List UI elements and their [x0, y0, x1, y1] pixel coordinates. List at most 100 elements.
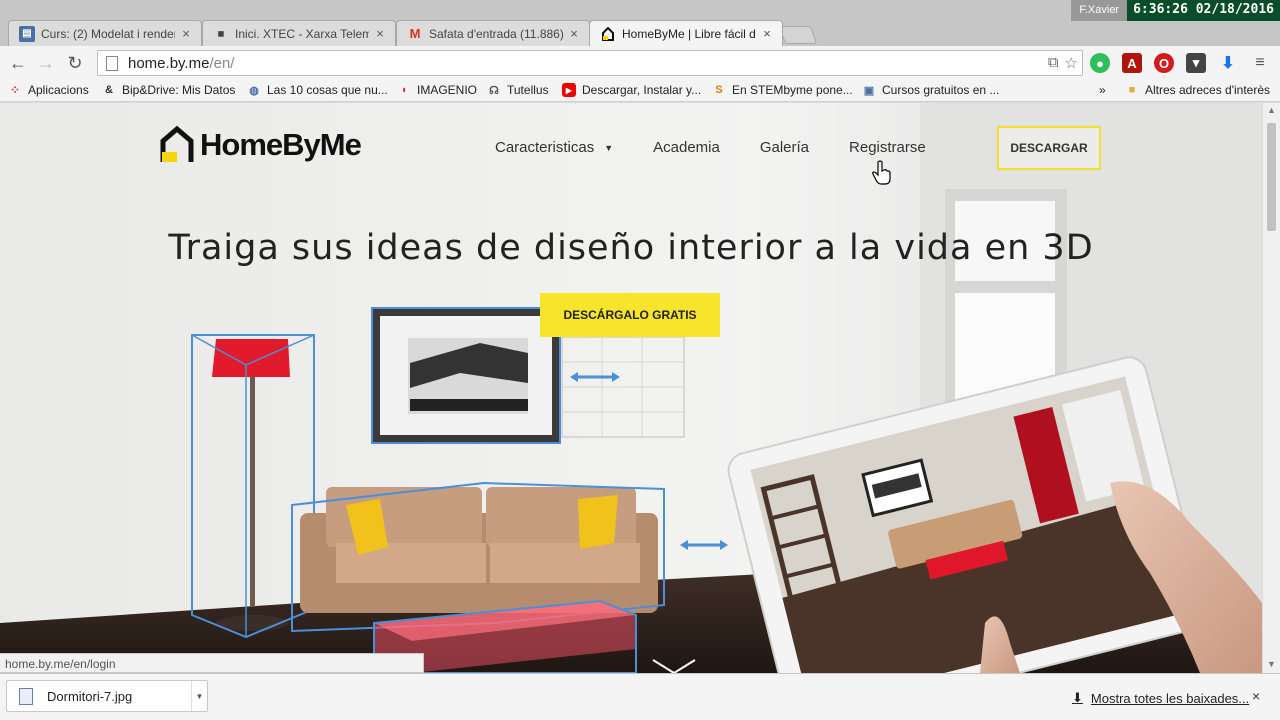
bookmark-label: Aplicacions — [28, 83, 89, 97]
nav-label: Caracteristicas — [495, 139, 595, 156]
image-file-icon — [19, 687, 33, 705]
bookmark-label: Descargar, Instalar y... — [582, 83, 702, 97]
system-clock: F.Xavier 6:36:26 02/18/2016 — [1071, 0, 1280, 21]
tab-gmail[interactable]: M Safata d'entrada (11.886) × — [396, 20, 590, 46]
scroll-thumb[interactable] — [1267, 123, 1276, 231]
show-all-label: Mostra totes les baixades... — [1090, 690, 1250, 706]
download-file-name: Dormitori-7.jpg — [47, 688, 133, 704]
close-icon[interactable]: × — [567, 26, 581, 41]
homebyme-icon — [600, 26, 616, 42]
caret-down-icon: ▼ — [604, 142, 614, 153]
bookmark-label: IMAGENIO — [417, 83, 478, 97]
bookmark-label: Las 10 cosas que nu... — [267, 83, 388, 97]
hand-cursor-icon — [872, 160, 891, 185]
bookmark-apps[interactable]: ⁘ Aplicacions — [8, 83, 89, 97]
close-icon[interactable]: × — [179, 26, 193, 41]
forward-button[interactable]: → — [34, 51, 58, 75]
bookmark-label: Cursos gratuitos en ... — [882, 83, 1000, 97]
bookmark-item[interactable]: ◖ IMAGENIO — [397, 83, 477, 97]
tutellus-icon: ☊ — [489, 84, 499, 97]
grammarly-icon[interactable]: ● — [1090, 53, 1110, 73]
nav-features[interactable]: Caracteristicas ▼ — [495, 139, 613, 156]
bookmark-item[interactable]: ◍ Las 10 cosas que nu... — [247, 83, 388, 97]
tab-strip: ▤ Curs: (2) Modelat i render × ◼ Inici. … — [0, 0, 1280, 46]
browser-toolbar: ← → ↻ home.by.me/en/ ⧉ ☆ ● A O ▾ ⬇ ≡ — [0, 46, 1280, 80]
chevron-down-icon[interactable]: ▼ — [191, 681, 207, 711]
clock-user: F.Xavier — [1071, 0, 1128, 21]
url-path: /en/ — [209, 54, 235, 72]
menu-icon[interactable]: ≡ — [1250, 53, 1270, 73]
close-icon[interactable]: × — [760, 26, 774, 41]
bookmark-item[interactable]: S En STEMbyme pone... — [712, 83, 853, 97]
download-icon: ⬇ — [1072, 690, 1083, 705]
tab-title: Curs: (2) Modelat i render — [41, 26, 175, 41]
bookmark-item[interactable]: ▣ Cursos gratuitos en ... — [862, 83, 1000, 97]
scroll-up-icon[interactable]: ▲ — [1267, 105, 1276, 115]
back-arrow-icon: ← — [9, 52, 27, 73]
tab-homebyme[interactable]: HomeByMe | Libre fácil de × — [589, 20, 783, 46]
close-icon[interactable]: × — [1252, 688, 1260, 704]
clock-time: 6:36:26 02/18/2016 — [1127, 0, 1280, 21]
globe-icon: ◍ — [249, 84, 259, 97]
bookmark-item[interactable]: ▶ Descargar, Instalar y... — [562, 83, 701, 97]
download-button[interactable]: DESCARGAR — [997, 126, 1101, 170]
nav-register[interactable]: Registrarse — [849, 139, 926, 156]
bookmark-folder-other[interactable]: ■ Altres adreces d'interès — [1125, 83, 1270, 97]
tab-title: Inici. XTEC - Xarxa Telemàt — [235, 26, 369, 41]
house-logo-icon — [160, 126, 194, 162]
nav-gallery[interactable]: Galería — [760, 139, 809, 156]
page-scrollbar[interactable]: ▲ ▼ — [1262, 103, 1280, 673]
brand-name: HomeByMe — [200, 127, 362, 162]
download-icon[interactable]: ⬇ — [1218, 53, 1238, 73]
back-button[interactable]: ← — [6, 51, 30, 75]
status-url-bubble: home.by.me/en/login — [0, 653, 424, 673]
stembyme-icon: S — [715, 84, 723, 96]
pdf-icon[interactable]: A — [1122, 53, 1142, 73]
bookmark-label: Bip&Drive: Mis Datos — [122, 83, 236, 97]
bookmark-item[interactable]: ☊ Tutellus — [487, 83, 549, 97]
imagenio-icon: ◖ — [400, 84, 408, 96]
hero-background-image — [0, 103, 1262, 673]
youtube-icon: ▶ — [562, 83, 576, 97]
address-bar[interactable]: home.by.me/en/ ⧉ ☆ — [97, 50, 1083, 76]
page-icon: ▣ — [863, 84, 875, 97]
pocket-icon[interactable]: ▾ — [1186, 53, 1206, 73]
apps-grid-icon: ⁘ — [9, 83, 21, 97]
bookmark-label: En STEMbyme pone... — [732, 83, 853, 97]
bookmark-star-icon[interactable]: ☆ — [1065, 54, 1078, 72]
chevron-double-right-icon: » — [1099, 83, 1106, 97]
tab-title: Safata d'entrada (11.886) — [429, 26, 563, 41]
reload-button[interactable]: ↻ — [63, 51, 87, 75]
homebyme-logo[interactable]: HomeByMe — [160, 125, 362, 165]
page-icon — [106, 55, 118, 71]
doc-icon: ▤ — [19, 25, 35, 42]
bookmarks-bar: ⁘ Aplicacions & Bip&Drive: Mis Datos ◍ L… — [0, 80, 1280, 102]
download-item[interactable]: Dormitori-7.jpg ▼ — [6, 680, 208, 712]
scroll-down-icon[interactable]: ▼ — [1267, 659, 1276, 669]
bookmark-label: Tutellus — [507, 83, 549, 97]
nav-academy[interactable]: Academia — [653, 139, 720, 156]
opera-icon[interactable]: O — [1154, 53, 1174, 73]
url-host: home.by.me — [128, 54, 210, 72]
tab-title: HomeByMe | Libre fácil de — [622, 26, 756, 41]
gmail-icon: M — [409, 26, 421, 41]
chevron-down-icon[interactable] — [651, 658, 697, 673]
gencat-icon: ◼ — [217, 28, 225, 38]
bookmark-item[interactable]: & Bip&Drive: Mis Datos — [102, 83, 235, 97]
site-nav: Caracteristicas ▼ Academia Galería Regis… — [495, 139, 966, 156]
ampersand-icon: & — [105, 84, 113, 96]
show-all-downloads-link[interactable]: ⬇ Mostra totes les baixades... — [1072, 690, 1249, 706]
folder-icon: ■ — [1128, 84, 1136, 96]
new-tab-button[interactable] — [778, 26, 818, 44]
web-viewport: HomeByMe Caracteristicas ▼ Academia Gale… — [0, 103, 1262, 673]
bookmarks-overflow-button[interactable]: » — [1099, 83, 1106, 97]
extension-icons: ● A O ▾ ⬇ ≡ — [1090, 53, 1270, 73]
close-icon[interactable]: × — [373, 26, 387, 41]
bookmark-label: Altres adreces d'interès — [1145, 83, 1271, 97]
download-free-button[interactable]: DESCÁRGALO GRATIS — [540, 293, 720, 337]
hero-title: Traiga sus ideas de diseño interior a la… — [168, 228, 1094, 268]
download-shelf: Dormitori-7.jpg ▼ ⬇ Mostra totes les bai… — [0, 673, 1280, 720]
translate-icon[interactable]: ⧉ — [1048, 54, 1059, 72]
tab-curs[interactable]: ▤ Curs: (2) Modelat i render × — [8, 20, 202, 46]
tab-xtec[interactable]: ◼ Inici. XTEC - Xarxa Telemàt × — [202, 20, 396, 46]
